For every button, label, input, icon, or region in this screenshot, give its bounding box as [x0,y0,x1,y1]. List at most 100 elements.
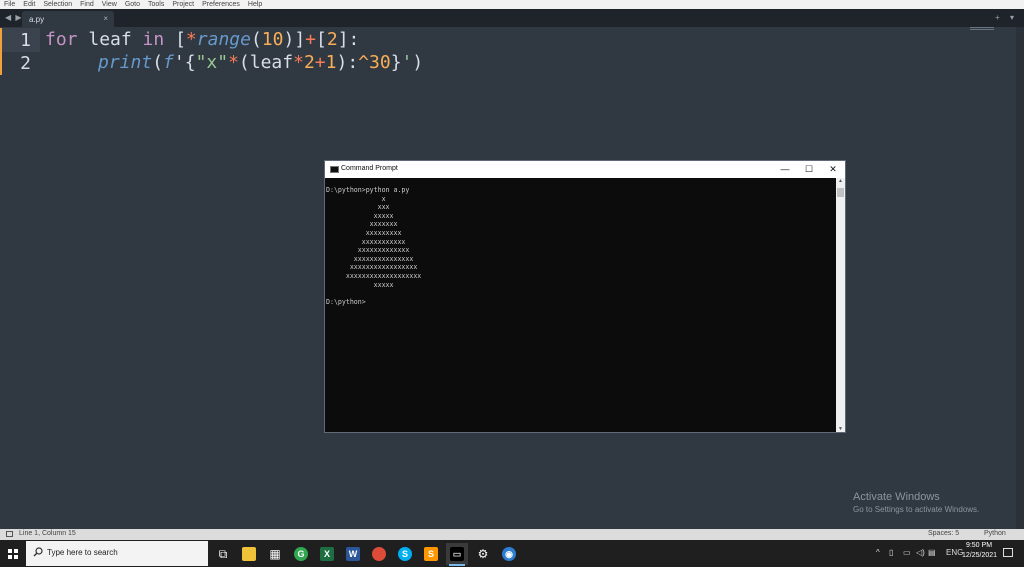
code-token: } [390,52,402,73]
editor-scrollbar[interactable] [1016,27,1024,529]
cmd-output-line: D:\python>python a.py [326,186,410,194]
word-icon: W [346,547,360,561]
menu-item-help[interactable]: Help [248,0,262,9]
taskbar-chrome-button[interactable] [368,543,390,565]
battery-icon[interactable]: ▭ [903,548,911,557]
green-app-icon: G [294,547,308,561]
taskbar-blue-app-button[interactable]: ◉ [498,543,520,565]
code-token: + [305,29,317,50]
code-token: '{ [173,52,196,73]
taskbar-task-view-button[interactable]: ⧉ [212,543,234,565]
code-token: (leaf [238,52,294,73]
close-button[interactable]: ✕ [821,161,845,178]
cmd-output-line: xxxxx [326,211,394,220]
taskbar-sublime-text-button[interactable]: S [420,543,442,565]
cmd-output[interactable]: D:\python>python a.py x xxx xxxxx xxxxxx… [325,178,836,432]
menu-bar: File Edit Selection Find View Goto Tools Projec… [0,0,1024,9]
taskbar-word-button[interactable]: W [342,543,364,565]
system-clock[interactable]: 9:50 PM 12/25/2021 [962,542,997,559]
start-button[interactable] [0,540,26,567]
code-token: print [98,52,153,73]
file-explorer-icon [242,547,256,561]
menu-item-project[interactable]: Project [172,0,194,9]
taskbar-command-prompt-button[interactable]: ▭ [446,543,468,566]
minimize-button[interactable]: — [773,161,797,178]
code-token: )] [283,29,306,50]
cmd-output-line: xxxxxxxxxxx [326,237,406,246]
minimap[interactable] [970,27,994,31]
code-line-2[interactable]: 2 print(f'{"x"*(leaf*2+1):^30}') [0,51,1016,75]
code-token: 2 [303,52,315,73]
cmd-output-line: xxxxxxxxxxxxxxxxx [326,263,418,272]
volume-icon[interactable]: ◁) [916,548,925,557]
menu-item-view[interactable]: View [102,0,117,9]
taskbar-app-grid-button[interactable]: ▦ [264,543,286,565]
code-token: * [293,52,304,73]
cmd-scrollbar[interactable]: ▲ ▼ [836,178,845,432]
code-token: for [45,29,78,50]
menu-item-selection[interactable]: Selection [43,0,72,9]
code-token: [ [164,29,186,50]
code-token: ' [401,52,413,73]
cmd-output-line: xxx [326,203,390,212]
taskbar-excel-button[interactable]: X [316,543,338,565]
taskbar-settings-gear-button[interactable]: ⚙ [472,543,494,565]
line-number: 1 [20,30,31,51]
scroll-down-icon[interactable]: ▼ [836,426,845,432]
blue-app-icon: ◉ [502,547,516,561]
indentation-setting[interactable]: Spaces: 5 [928,530,959,537]
panel-toggle-icon[interactable] [6,531,13,537]
windows-logo-icon [8,549,18,559]
taskbar-search-box[interactable]: Type here to search [26,541,208,566]
tab-nav-arrows[interactable]: ◀ ▶ [5,13,23,22]
taskbar-green-app-button[interactable]: G [290,543,312,565]
code-token: 10 [261,29,284,50]
taskbar-skype-button[interactable]: S [394,543,416,565]
clock-time: 9:50 PM [965,542,993,549]
cmd-output-line: xxxxxxxxxxxxx [326,246,410,255]
tab-close-icon[interactable]: × [103,14,108,23]
code-token: 2 [326,29,338,50]
cmd-output-line: D:\python> [326,297,366,306]
notifications-icon[interactable] [1003,548,1013,557]
code-token: in [142,29,165,50]
maximize-button[interactable]: ☐ [797,161,821,178]
command-prompt-icon: ▭ [450,547,464,561]
code-token: range [196,29,251,50]
chrome-icon [372,547,386,561]
code-token: ): [336,52,359,73]
code-token: "x" [195,52,229,73]
menu-item-file[interactable]: File [4,0,15,9]
syntax-selector[interactable]: Python [984,530,1006,537]
code-text: print(f'{"x"*(leaf*2+1):^30}') [98,52,423,73]
tab-a-py[interactable]: a.py × [22,11,114,27]
code-token: + [314,52,326,73]
command-prompt-window[interactable]: Command Prompt — ☐ ✕ D:\python>python a.… [324,160,846,433]
tray-chevron-icon[interactable]: ^ [876,548,880,557]
scroll-thumb[interactable] [837,188,844,197]
code-line-1[interactable]: 1 for leaf in [*range(10)]+[2]: [0,28,1016,52]
scroll-up-icon[interactable]: ▲ [836,178,845,184]
menu-item-tools[interactable]: Tools [148,0,164,9]
cmd-output-line: xxxxxxxxxxxxxxx [326,254,414,263]
network-icon[interactable]: ▯ [889,548,893,557]
cmd-app-icon [330,166,339,173]
code-text: for leaf in [*range(10)]+[2]: [45,29,359,50]
status-bar: Line 1, Column 15 Spaces: 5 Python [0,529,1024,540]
app-grid-icon: ▦ [269,547,281,561]
line-gutter: 2 [0,51,40,75]
menu-item-edit[interactable]: Edit [23,0,35,9]
menu-item-preferences[interactable]: Preferences [202,0,240,9]
menu-item-goto[interactable]: Goto [125,0,140,9]
taskbar-file-explorer-button[interactable] [238,543,260,565]
settings-gear-icon: ⚙ [477,547,489,561]
language-indicator[interactable]: ENG [946,548,963,557]
cursor-position[interactable]: Line 1, Column 15 [19,530,76,537]
search-placeholder: Type here to search [47,548,118,557]
line-number: 2 [20,53,31,74]
keyboard-icon[interactable]: ▤ [928,548,936,557]
cmd-title-bar[interactable]: Command Prompt — ☐ ✕ [325,161,845,178]
menu-item-find[interactable]: Find [80,0,94,9]
tab-bar-controls[interactable]: + ▾ [995,13,1018,22]
sublime-text-icon: S [424,547,438,561]
